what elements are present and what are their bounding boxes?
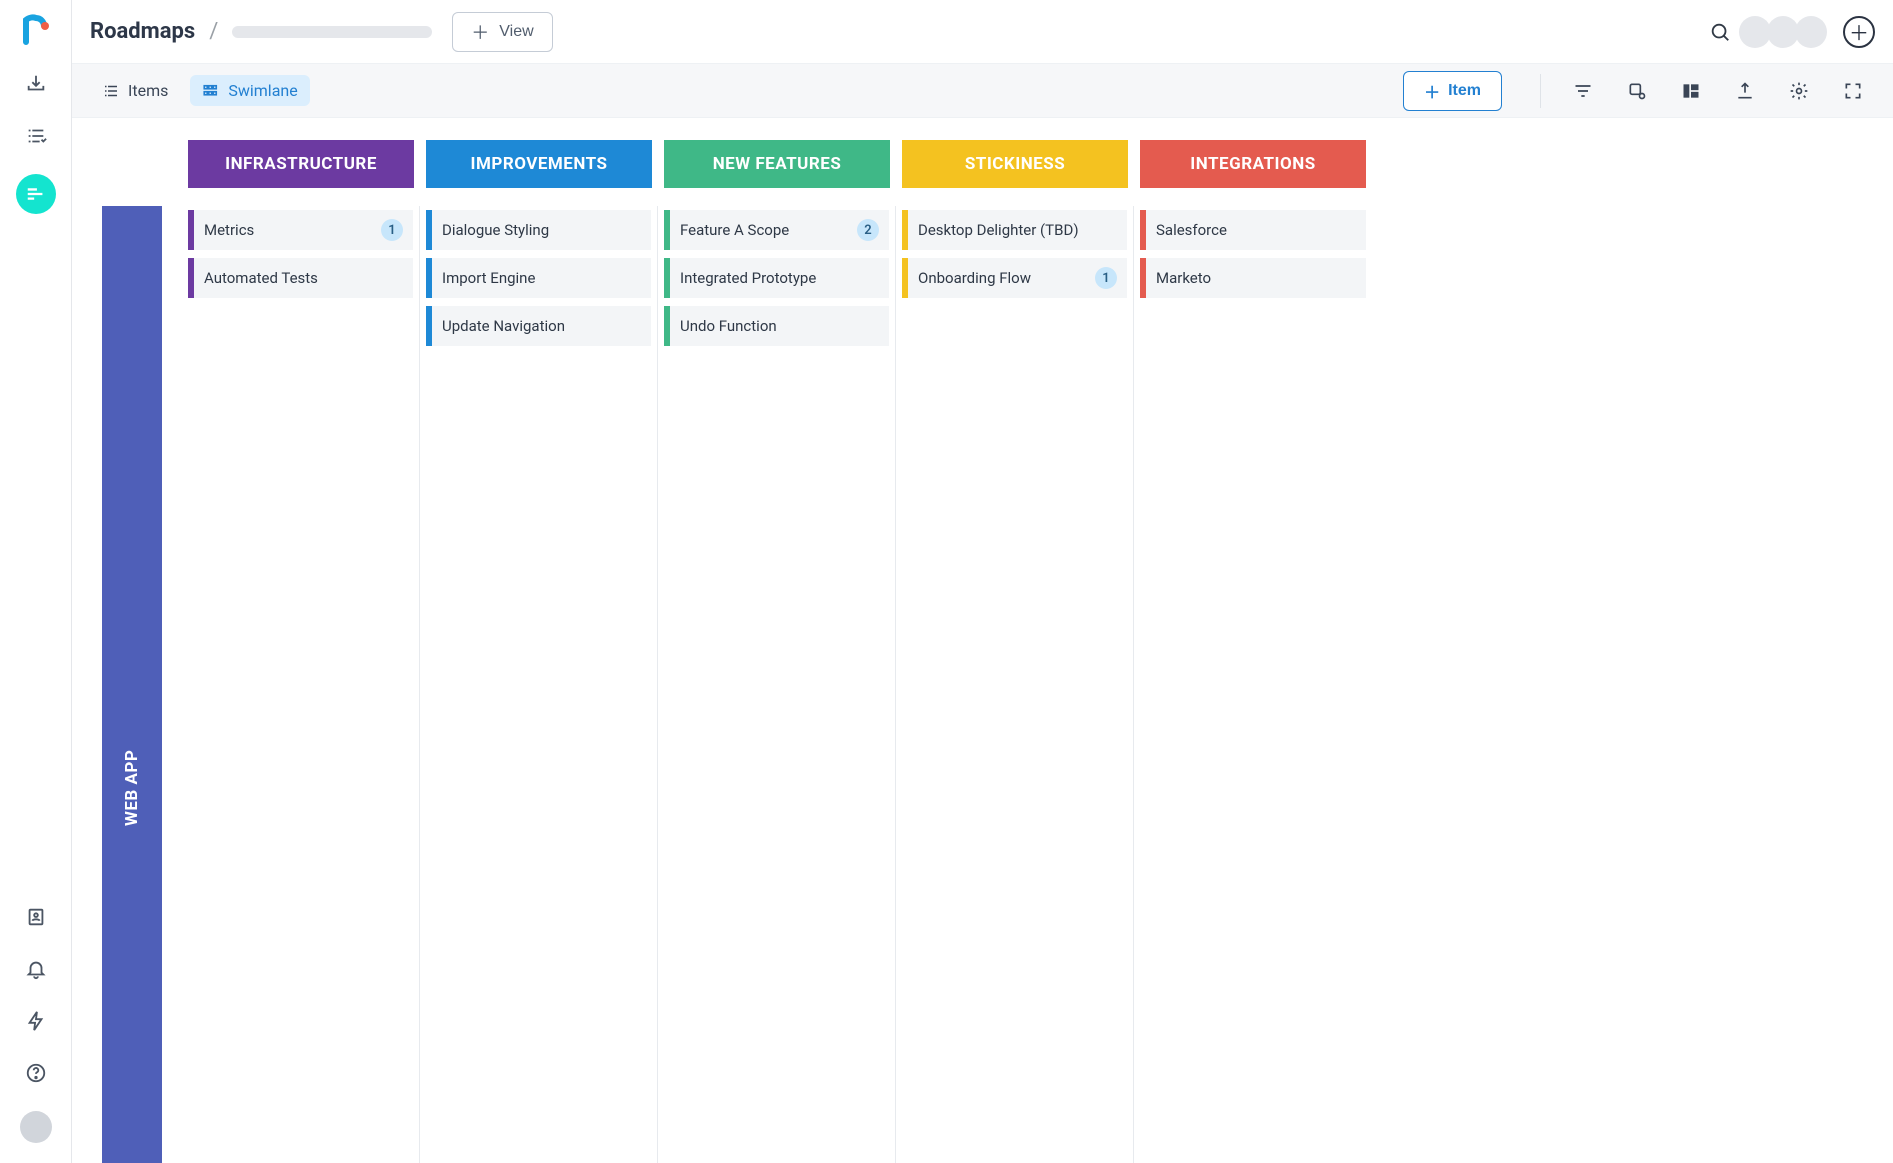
divider	[1540, 74, 1541, 108]
card[interactable]: Automated Tests	[188, 258, 413, 298]
column-header-new_features[interactable]: NEW FEATURES	[664, 140, 890, 188]
link-column-icon[interactable]	[1621, 75, 1653, 107]
add-item-label: Item	[1448, 82, 1481, 100]
column-header-stickiness[interactable]: STICKINESS	[902, 140, 1128, 188]
card-label: Dialogue Styling	[442, 221, 549, 239]
roadmap-icon[interactable]	[16, 174, 56, 214]
swimlane-board: INFRASTRUCTUREIMPROVEMENTSNEW FEATURESST…	[72, 118, 1893, 1163]
card-label: Desktop Delighter (TBD)	[918, 221, 1079, 239]
card-label: Salesforce	[1156, 221, 1227, 239]
card[interactable]: Dialogue Styling	[426, 210, 651, 250]
left-nav-rail	[0, 0, 72, 1163]
cell-web_app-new_features: Feature A Scope 2 Integrated Prototype Undo…	[658, 206, 896, 1163]
card-badge: 1	[381, 219, 403, 241]
card[interactable]: Integrated Prototype	[664, 258, 889, 298]
card[interactable]: Marketo	[1140, 258, 1366, 298]
user-avatar[interactable]	[20, 1111, 52, 1143]
export-icon[interactable]	[1729, 75, 1761, 107]
cell-web_app-stickiness: Desktop Delighter (TBD) Onboarding Flow 1	[896, 206, 1134, 1163]
breadcrumb-separator: /	[209, 19, 218, 44]
fullscreen-icon[interactable]	[1837, 75, 1869, 107]
filter-icon[interactable]	[1567, 75, 1599, 107]
bolt-icon[interactable]	[22, 1007, 50, 1035]
card[interactable]: Undo Function	[664, 306, 889, 346]
cell-web_app-integrations: Salesforce Marketo	[1134, 206, 1372, 1163]
view-toggle-items[interactable]: Items	[90, 75, 180, 106]
column-header-integrations[interactable]: INTEGRATIONS	[1140, 140, 1366, 188]
card-label: Undo Function	[680, 317, 777, 335]
bell-icon[interactable]	[22, 955, 50, 983]
add-view-button[interactable]: ＋ View	[452, 12, 552, 52]
invite-button[interactable]: ＋	[1843, 16, 1875, 48]
column-header-infrastructure[interactable]: INFRASTRUCTURE	[188, 140, 414, 188]
card[interactable]: Import Engine	[426, 258, 651, 298]
help-icon[interactable]	[22, 1059, 50, 1087]
column-header-improvements[interactable]: IMPROVEMENTS	[426, 140, 652, 188]
breadcrumb-skeleton	[232, 26, 432, 38]
collaborator-avatars[interactable]	[1743, 16, 1827, 48]
app-logo	[20, 14, 52, 46]
card[interactable]: Metrics 1	[188, 210, 413, 250]
plus-icon: ＋	[471, 19, 489, 45]
card-label: Import Engine	[442, 269, 535, 287]
card-label: Integrated Prototype	[680, 269, 816, 287]
cell-web_app-improvements: Dialogue Styling Import Engine Update Navi…	[420, 206, 658, 1163]
card[interactable]: Update Navigation	[426, 306, 651, 346]
view-toggle-swimlane[interactable]: Swimlane	[190, 75, 309, 106]
card-badge: 2	[857, 219, 879, 241]
list-check-icon[interactable]	[22, 122, 50, 150]
card-label: Feature A Scope	[680, 221, 789, 239]
card[interactable]: Onboarding Flow 1	[902, 258, 1127, 298]
card[interactable]: Salesforce	[1140, 210, 1366, 250]
row-header-web_app[interactable]: WEB APP	[82, 206, 182, 1163]
search-icon[interactable]	[1707, 19, 1733, 45]
card[interactable]: Desktop Delighter (TBD)	[902, 210, 1127, 250]
add-item-button[interactable]: ＋ Item	[1403, 71, 1502, 111]
card-label: Marketo	[1156, 269, 1211, 287]
card-label: Update Navigation	[442, 317, 565, 335]
card-badge: 1	[1095, 267, 1117, 289]
card-label: Metrics	[204, 221, 254, 239]
inbox-icon[interactable]	[22, 70, 50, 98]
plus-icon: ＋	[1424, 79, 1440, 103]
card-label: Onboarding Flow	[918, 269, 1031, 287]
add-view-label: View	[499, 23, 533, 41]
contacts-icon[interactable]	[22, 903, 50, 931]
page-title: Roadmaps	[90, 19, 195, 44]
card-label: Automated Tests	[204, 269, 318, 287]
layout-icon[interactable]	[1675, 75, 1707, 107]
cell-web_app-infrastructure: Metrics 1 Automated Tests	[182, 206, 420, 1163]
topbar: Roadmaps / ＋ View ＋	[72, 0, 1893, 64]
card[interactable]: Feature A Scope 2	[664, 210, 889, 250]
view-toggle-swimlane-label: Swimlane	[228, 81, 297, 100]
view-toggle-items-label: Items	[128, 81, 168, 100]
view-toolbar: Items Swimlane ＋ Item	[72, 64, 1893, 118]
gear-icon[interactable]	[1783, 75, 1815, 107]
